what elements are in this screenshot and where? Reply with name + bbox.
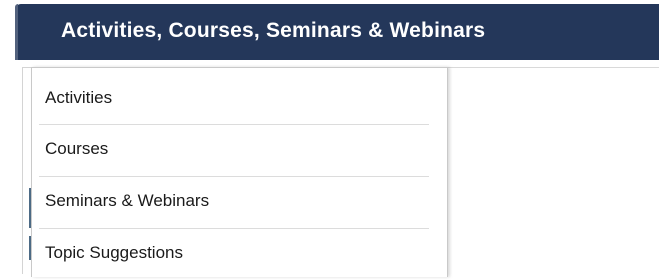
- nav-tab-left-accent: [15, 4, 18, 60]
- menu-item-label[interactable]: Activities: [45, 88, 112, 108]
- menu-item-label[interactable]: Topic Suggestions: [45, 243, 183, 263]
- menu-item-activities[interactable]: Activities: [32, 68, 447, 120]
- background-panel-right: [443, 67, 659, 274]
- dropdown-menu: Activities Courses Seminars & Webinars T…: [31, 67, 448, 277]
- menu-item-label[interactable]: Seminars & Webinars: [45, 191, 209, 211]
- menu-item-label[interactable]: Courses: [45, 139, 108, 159]
- menu-item-seminars-webinars[interactable]: Seminars & Webinars: [32, 176, 447, 228]
- menu-item-courses[interactable]: Courses: [32, 124, 447, 176]
- nav-tab-label[interactable]: Activities, Courses, Seminars & Webinars: [61, 19, 485, 43]
- menu-item-topic-suggestions[interactable]: Topic Suggestions: [32, 228, 447, 280]
